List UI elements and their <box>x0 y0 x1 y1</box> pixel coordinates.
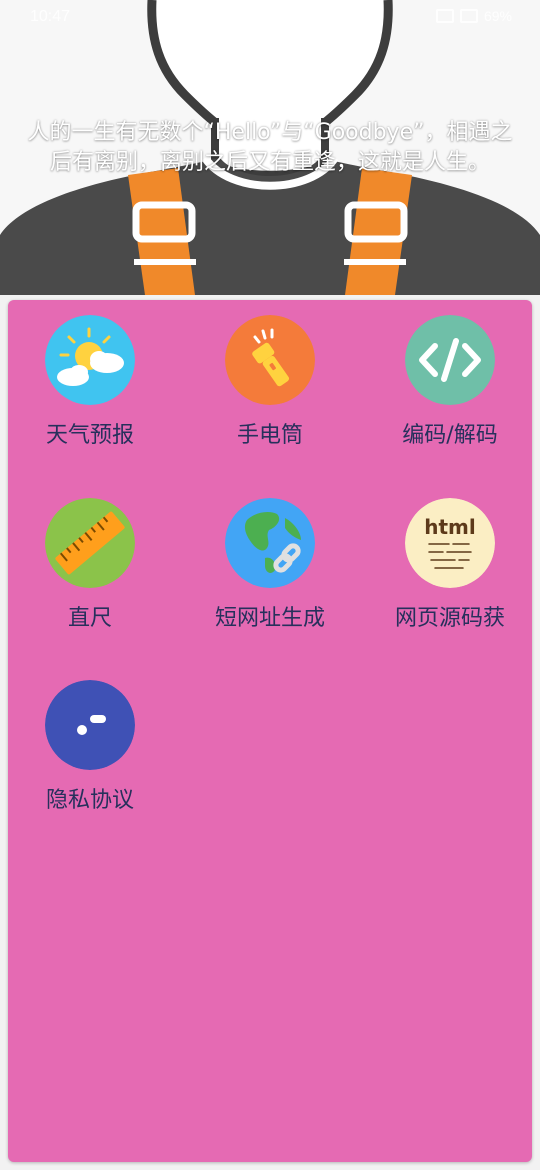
tool-privacy-policy[interactable]: 隐私协议 <box>8 665 178 835</box>
tool-encode-decode[interactable]: 编码/解码 <box>368 300 538 470</box>
wifi-icon <box>459 9 478 23</box>
battery-level: 69% <box>483 8 512 24</box>
tool-label: 编码/解码 <box>402 423 498 448</box>
weather-icon <box>45 315 135 405</box>
tool-weather[interactable]: 天气预报 <box>8 300 178 470</box>
quote-line-1: 人的一生有无数个“Hello”与“Goodbye”，相遇之 <box>27 120 513 145</box>
tool-label: 网页源码获 <box>394 606 505 631</box>
html-icon: html <box>405 498 495 588</box>
flashlight-icon <box>225 315 315 405</box>
header-banner: 10:47 69% 人的一生有无数个“Hello”与“Goodbye”，相遇之 … <box>0 0 540 295</box>
quote-line-2: 后有离别，离别之后又有重逢，这就是人生。 <box>49 150 490 175</box>
status-bar: 10:47 69% <box>0 0 540 36</box>
tools-card: 天气预报 手电筒 编码/解码 直尺 短网址生成 html 网页源码获 隐私协议 <box>8 300 532 1162</box>
tool-ruler[interactable]: 直尺 <box>8 483 178 653</box>
tool-label: 手电筒 <box>236 423 303 448</box>
app-screen: 10:47 69% 人的一生有无数个“Hello”与“Goodbye”，相遇之 … <box>0 0 540 1170</box>
header-quote: 人的一生有无数个“Hello”与“Goodbye”，相遇之 后有离别，离别之后又… <box>12 118 528 178</box>
signal-icon <box>435 9 454 23</box>
ruler-icon <box>45 498 135 588</box>
privacy-icon <box>45 680 135 770</box>
tool-short-url[interactable]: 短网址生成 <box>188 483 358 653</box>
status-time: 10:47 <box>30 8 71 25</box>
globe-link-icon <box>225 498 315 588</box>
code-icon <box>405 315 495 405</box>
status-indicators: 69% <box>435 8 512 24</box>
svg-text:html: html <box>424 515 476 539</box>
tool-label: 短网址生成 <box>214 606 325 631</box>
tool-flashlight[interactable]: 手电筒 <box>188 300 358 470</box>
tool-label: 隐私协议 <box>45 788 134 813</box>
tool-label: 直尺 <box>67 606 112 631</box>
tool-label: 天气预报 <box>45 423 134 448</box>
tool-page-source[interactable]: html 网页源码获 <box>368 483 538 653</box>
